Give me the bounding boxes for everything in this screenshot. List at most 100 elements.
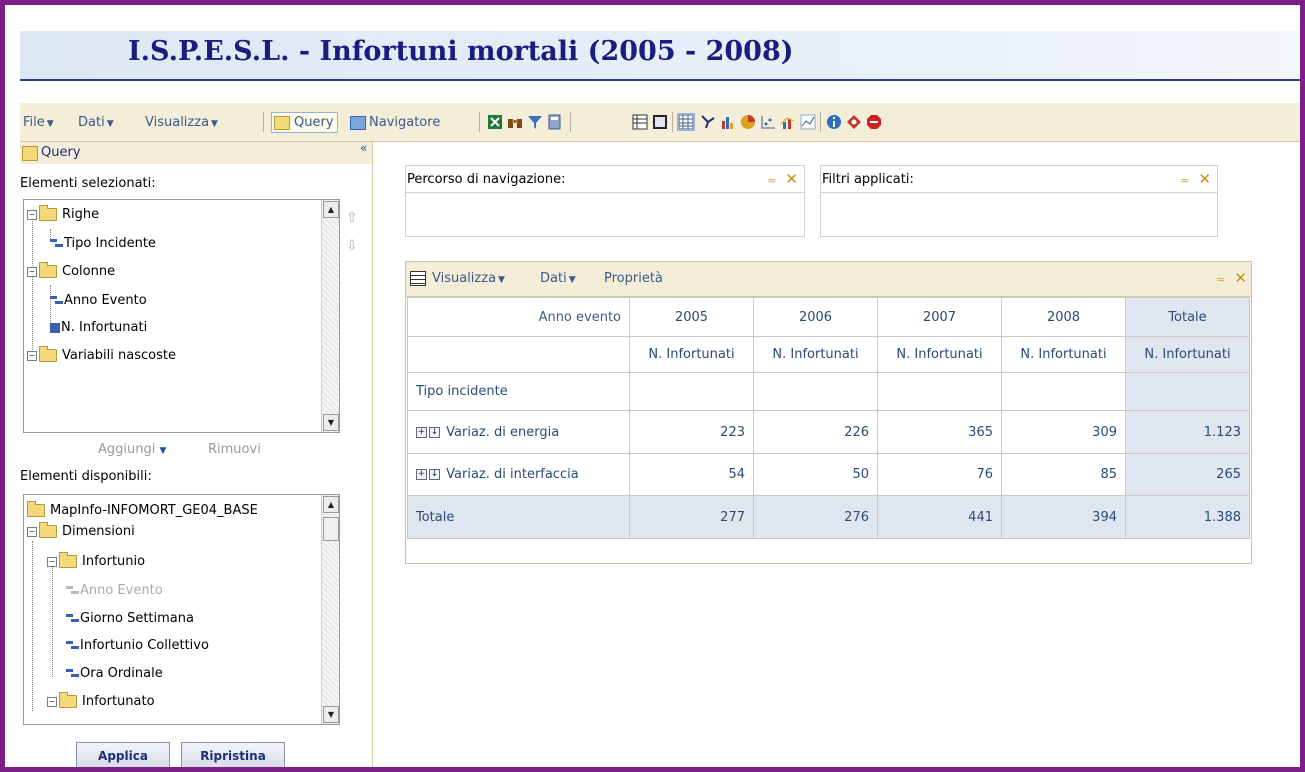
tree-node-dimensioni[interactable]: − Dimensioni	[27, 522, 135, 539]
navigatore-button-label: Navigatore	[369, 115, 441, 130]
title-bar: I.S.P.E.S.L. - Infortuni mortali (2005 -…	[20, 31, 1300, 81]
tipo-incidente-header[interactable]: Tipo incidente	[407, 372, 630, 411]
table-view-icon[interactable]	[677, 113, 695, 131]
scrollbar-thumb[interactable]	[323, 517, 339, 541]
excel-icon[interactable]	[487, 114, 503, 130]
tree-node-anno-evento[interactable]: Anno Evento	[50, 293, 147, 308]
drill-down-icon[interactable]: ↓	[429, 426, 440, 438]
totale-row: Totale 277 276 441 394 1.388	[407, 495, 1250, 539]
collapse-up-icon[interactable]: ≈	[767, 174, 776, 187]
collapse-icon[interactable]: −	[27, 350, 37, 361]
expand-icon[interactable]: +	[416, 469, 427, 480]
hierarchy-icon	[66, 585, 79, 596]
collapse-icon[interactable]: −	[27, 526, 37, 537]
row-label-cell[interactable]: + ↓ Variaz. di energia	[407, 410, 630, 454]
row-label-cell[interactable]: + ↓ Variaz. di interfaccia	[407, 453, 630, 496]
collapse-icon[interactable]: −	[27, 209, 37, 220]
grid-layout-icon[interactable]	[652, 114, 668, 130]
selected-tree-scrollbar[interactable]: ▲ ▼	[321, 200, 339, 432]
chevron-down-icon: ▼	[46, 119, 54, 129]
year-header[interactable]: 2006	[753, 297, 878, 337]
collapse-up-icon[interactable]: ≈	[1180, 174, 1189, 187]
navigatore-button[interactable]: Navigatore	[350, 115, 440, 130]
hierarchy-icon	[50, 295, 63, 306]
query-icon	[22, 146, 38, 161]
tree-node-infortunio[interactable]: − Infortunio	[47, 552, 146, 569]
measure-header[interactable]: N. Infortunati	[1125, 336, 1250, 373]
query-button[interactable]: Query	[271, 112, 338, 133]
ripristina-button[interactable]: Ripristina	[181, 742, 285, 767]
tree-node-root[interactable]: MapInfo-INFOMORT_GE04_BASE	[27, 501, 258, 518]
tree-node-n-infortunati[interactable]: N. Infortunati	[50, 320, 147, 335]
scroll-up-icon[interactable]: ▲	[323, 201, 339, 218]
tree-node-ora-ordinale[interactable]: Ora Ordinale	[66, 666, 163, 681]
totale-row-label[interactable]: Totale	[407, 495, 630, 539]
menu-visualizza[interactable]: Visualizza ▼	[145, 115, 218, 130]
tree-node-label: Anno Evento	[80, 583, 163, 598]
filter-icon[interactable]	[527, 114, 543, 130]
available-tree-scrollbar[interactable]: ▲ ▼	[321, 495, 339, 724]
tree-node-label: Giorno Settimana	[80, 611, 194, 626]
measure-header[interactable]: N. Infortunati	[877, 336, 1002, 373]
measure-header[interactable]: N. Infortunati	[629, 336, 754, 373]
tree-node-variabili-nascoste[interactable]: − Variabili nascoste	[27, 346, 176, 363]
bar-chart-icon[interactable]	[720, 114, 736, 130]
folder-icon	[59, 692, 77, 708]
app-window: I.S.P.E.S.L. - Infortuni mortali (2005 -…	[0, 0, 1305, 772]
calculator-icon[interactable]	[547, 114, 563, 130]
year-header[interactable]: 2008	[1001, 297, 1126, 337]
tree-node-righe[interactable]: − Righe	[27, 205, 99, 222]
tree-node-tipo-incidente[interactable]: Tipo Incidente	[50, 236, 156, 251]
grid-menu-visualizza[interactable]: Visualizza ▼	[432, 271, 505, 286]
drill-icon[interactable]	[700, 114, 716, 130]
menu-file[interactable]: File ▼	[23, 115, 54, 130]
table-layout-icon[interactable]	[632, 114, 648, 130]
tree-node-infortunio-collettivo[interactable]: Infortunio Collettivo	[66, 638, 209, 653]
selected-items-tree[interactable]: − Righe Tipo Incidente − Colonne Anno Even…	[23, 199, 340, 433]
anno-evento-header[interactable]: Anno evento	[407, 297, 630, 337]
grid-menu-proprieta[interactable]: Proprietà	[604, 271, 663, 286]
expand-icon[interactable]: +	[416, 426, 427, 438]
tree-node-colonne[interactable]: − Colonne	[27, 262, 115, 279]
exit-icon[interactable]	[866, 114, 882, 130]
toolbar-separator	[570, 112, 571, 132]
help-book-icon[interactable]	[846, 114, 862, 130]
collapse-up-icon[interactable]: ≈	[1216, 273, 1225, 286]
tree-node-infortunato[interactable]: − Infortunato	[47, 692, 155, 709]
scroll-down-icon[interactable]: ▼	[323, 414, 339, 431]
pie-chart-icon[interactable]	[740, 114, 756, 130]
collapse-icon[interactable]: −	[47, 556, 57, 567]
collapse-icon[interactable]: −	[47, 696, 57, 707]
line-chart-icon[interactable]	[800, 114, 816, 130]
collapse-panel-icon[interactable]: «	[360, 141, 367, 155]
drill-down-icon[interactable]: ↓	[429, 469, 440, 480]
tree-node-giorno-settimana[interactable]: Giorno Settimana	[66, 611, 194, 626]
measure-header[interactable]: N. Infortunati	[753, 336, 878, 373]
year-header[interactable]: 2007	[877, 297, 1002, 337]
year-header[interactable]: 2005	[629, 297, 754, 337]
menu-dati[interactable]: Dati ▼	[78, 115, 114, 130]
tree-node-label: Infortunio	[82, 554, 146, 569]
close-icon[interactable]: ✕	[785, 170, 798, 188]
grid-menu-dati[interactable]: Dati ▼	[540, 271, 576, 286]
info-icon[interactable]	[826, 114, 842, 130]
rimuovi-button[interactable]: Rimuovi	[208, 442, 261, 457]
scroll-down-icon[interactable]: ▼	[323, 706, 339, 723]
filtri-panel-title: Filtri applicati:	[822, 172, 914, 187]
move-up-icon[interactable]: ⇧	[346, 210, 358, 226]
measure-header[interactable]: N. Infortunati	[1001, 336, 1126, 373]
folder-icon	[39, 522, 57, 538]
totale-column-header[interactable]: Totale	[1125, 297, 1250, 337]
binoculars-icon[interactable]	[507, 114, 523, 130]
combo-chart-icon[interactable]	[780, 114, 796, 130]
aggiungi-button[interactable]: Aggiungi ▼	[98, 442, 166, 457]
collapse-icon[interactable]: −	[27, 266, 37, 277]
scatter-chart-icon[interactable]	[760, 114, 776, 130]
available-items-tree[interactable]: MapInfo-INFOMORT_GE04_BASE − Dimensioni −…	[23, 494, 340, 725]
scroll-up-icon[interactable]: ▲	[323, 496, 339, 513]
move-down-icon[interactable]: ⇩	[346, 238, 358, 254]
measure-icon	[50, 322, 60, 333]
applica-button[interactable]: Applica	[76, 742, 170, 767]
close-icon[interactable]: ✕	[1234, 269, 1247, 287]
close-icon[interactable]: ✕	[1198, 170, 1211, 188]
